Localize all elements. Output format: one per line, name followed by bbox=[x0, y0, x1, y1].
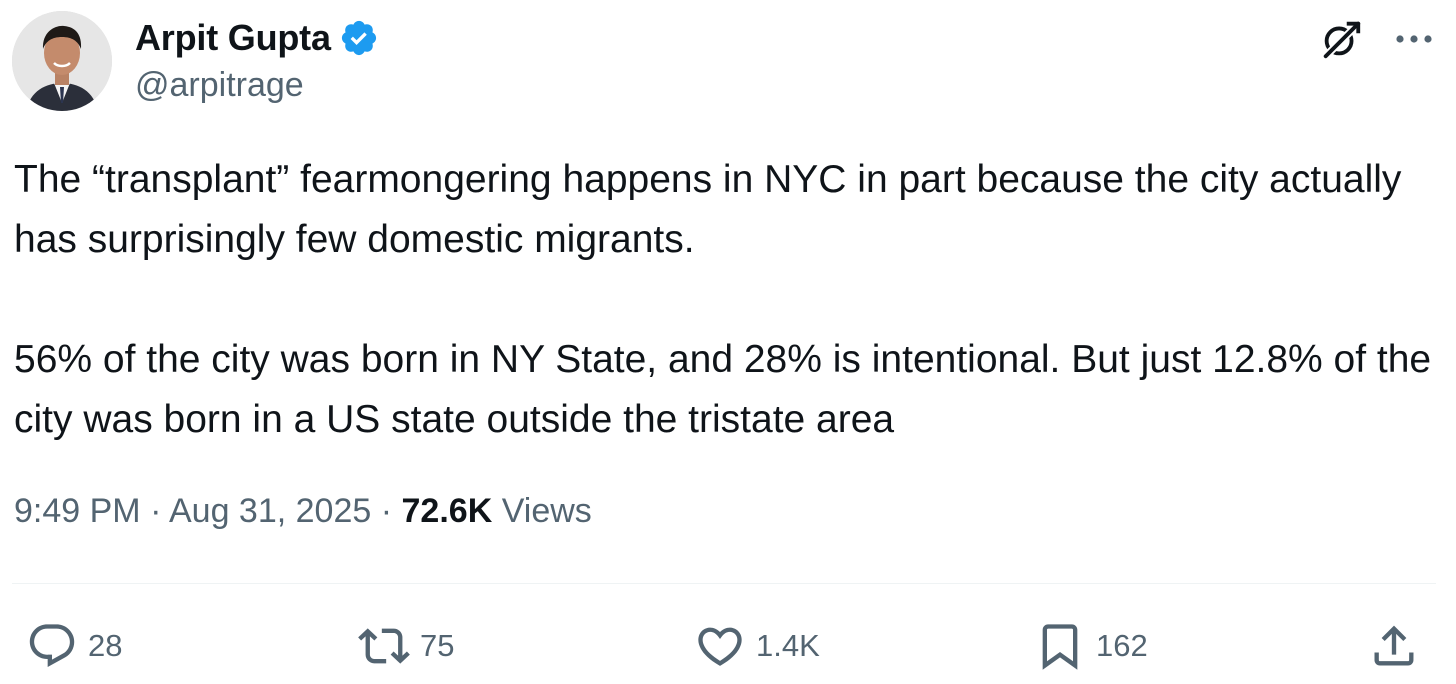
share-icon bbox=[1374, 625, 1414, 666]
retweet-icon bbox=[358, 628, 410, 664]
reply-icon bbox=[29, 624, 75, 668]
author-display-name[interactable]: Arpit Gupta bbox=[135, 17, 331, 59]
tweet-text: The “transplant” fearmongering happens i… bbox=[14, 158, 1432, 441]
views-label: Views bbox=[501, 492, 592, 530]
share-button[interactable] bbox=[1368, 620, 1420, 672]
like-button[interactable]: 1.4K bbox=[694, 620, 820, 672]
bookmark-icon bbox=[1042, 624, 1078, 670]
tweet-card: Arpit Gupta @arpitrage The “transplant” … bbox=[0, 0, 1456, 684]
meta-separator: · bbox=[380, 492, 393, 530]
avatar[interactable] bbox=[12, 11, 112, 111]
avatar-image bbox=[12, 11, 112, 111]
like-count: 1.4K bbox=[756, 628, 820, 663]
tweet-header-actions bbox=[1318, 16, 1436, 62]
tweet-date[interactable]: Aug 31, 2025 bbox=[169, 492, 371, 530]
action-bar: 28 75 1.4K 162 bbox=[0, 612, 1456, 682]
tweet-time[interactable]: 9:49 PM bbox=[14, 492, 141, 530]
repost-button[interactable]: 75 bbox=[358, 620, 454, 672]
tweet-meta: 9:49 PM · Aug 31, 2025 · 72.6K Views bbox=[14, 492, 592, 531]
meta-separator: · bbox=[150, 492, 162, 530]
author-handle[interactable]: @arpitrage bbox=[135, 66, 379, 105]
author-name-row: Arpit Gupta bbox=[135, 14, 379, 62]
author-block: Arpit Gupta @arpitrage bbox=[135, 14, 379, 105]
reply-count: 28 bbox=[88, 628, 123, 663]
more-icon[interactable] bbox=[1392, 17, 1436, 61]
grok-icon[interactable] bbox=[1318, 16, 1364, 62]
heart-icon bbox=[698, 627, 742, 666]
reply-button[interactable]: 28 bbox=[26, 620, 122, 672]
bookmark-count: 162 bbox=[1096, 628, 1148, 663]
verified-badge-icon[interactable] bbox=[339, 18, 379, 58]
bookmark-button[interactable]: 162 bbox=[1034, 620, 1148, 672]
views-count[interactable]: 72.6K bbox=[402, 492, 493, 530]
divider bbox=[12, 583, 1436, 584]
repost-count: 75 bbox=[420, 628, 455, 663]
